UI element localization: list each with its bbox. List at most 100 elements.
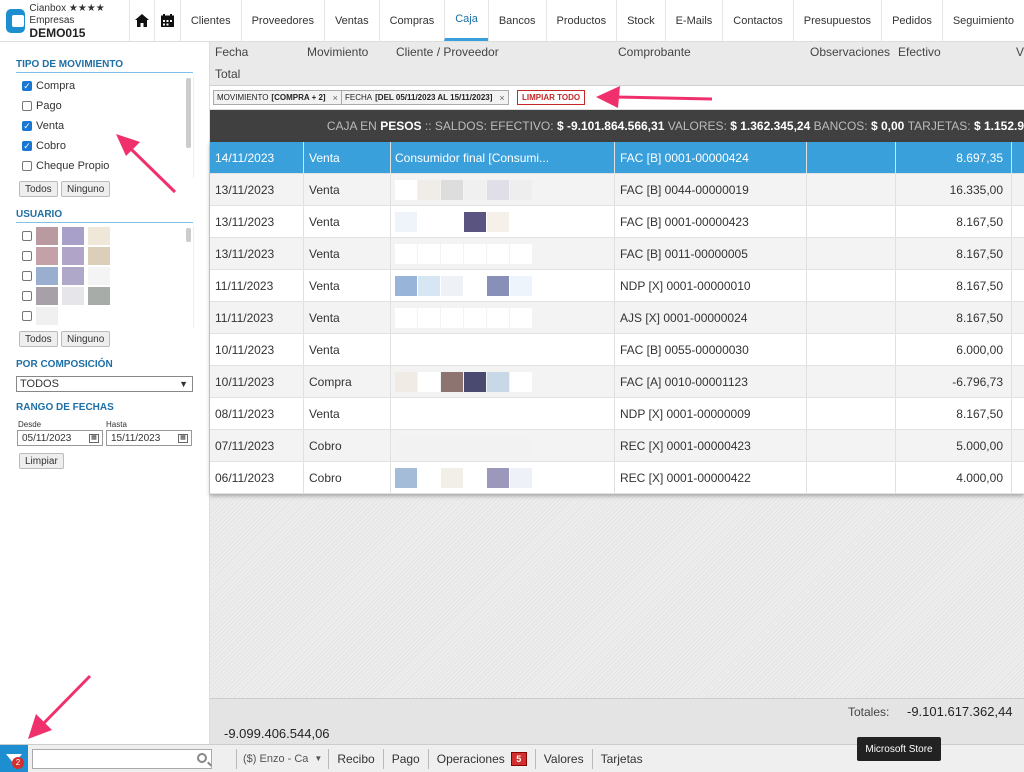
table-row[interactable]: 11/11/2023 Venta AJS [X] 0001-00000024 8.16… [210,302,1024,334]
tipo-item-venta[interactable]: ✓ Venta [16,116,193,136]
calendar-icon[interactable]: ▦ [89,433,99,443]
close-icon[interactable]: × [499,93,504,103]
checkbox-usuario[interactable] [22,251,32,261]
clear-all-filters-button[interactable]: LIMPIAR TODO [517,90,586,105]
usuario-scrollbar[interactable] [186,228,191,242]
nav-emails[interactable]: E-Mails [664,0,723,41]
checkbox-usuario[interactable] [22,311,32,321]
tipo-ninguno-button[interactable]: Ninguno [61,181,111,197]
filter-chip-movimiento[interactable]: MOVIMIENTO [COMPRA + 2] × [213,90,342,105]
tipo-todos-button[interactable]: Todos [19,181,58,197]
usuario-ninguno-button[interactable]: Ninguno [61,331,111,347]
checkbox-usuario[interactable] [22,231,32,241]
redacted-block [395,467,417,488]
cell-cliente [391,334,615,365]
close-icon[interactable]: × [333,93,338,103]
table-row[interactable]: 08/11/2023 Venta NDP [X] 0001-00000009 8.16… [210,398,1024,430]
table-row[interactable]: 10/11/2023 Venta FAC [B] 0055-00000030 6.00… [210,334,1024,366]
user-cash-select[interactable]: ($) Enzo - Ca ▼ [236,748,328,769]
table-row[interactable]: 13/11/2023 Venta FAC [B] 0001-00000423 8.16… [210,206,1024,238]
hasta-date-input[interactable]: 15/11/2023 ▦ [106,430,192,446]
tipo-item-compra[interactable]: ✓ Compra [16,76,193,96]
nav-bancos[interactable]: Bancos [487,0,546,41]
calendar-icon[interactable] [154,0,179,41]
cell-efectivo: -6.796,73 [896,366,1012,397]
tipo-item-pago[interactable]: Pago [16,96,193,116]
table-row[interactable]: 06/11/2023 Cobro REC [X] 0001-00000422 4.00… [210,462,1024,494]
checkbox-pago[interactable] [22,101,32,111]
nav-presupuestos[interactable]: Presupuestos [792,0,881,41]
recibo-button[interactable]: Recibo [328,748,382,769]
nav-caja[interactable]: Caja [444,0,488,41]
brand[interactable]: Cianbox ★★★★ Empresas DEMO015 [0,0,129,41]
pago-button[interactable]: Pago [382,748,428,769]
col-comprobante[interactable]: Comprobante [618,45,691,59]
table-row[interactable]: 13/11/2023 Venta FAC [B] 0044-00000019 16.3… [210,174,1024,206]
composicion-select[interactable]: TODOS ▼ [16,376,193,392]
col-cliente[interactable]: Cliente / Proveedor [396,45,499,59]
redacted-block [395,307,417,328]
col-efectivo[interactable]: Efectivo [898,45,941,59]
usuario-item[interactable] [16,306,193,326]
col-observaciones[interactable]: Observaciones [810,45,890,59]
col-movimiento[interactable]: Movimiento [307,45,368,59]
avatar [62,267,84,285]
nav-productos[interactable]: Productos [545,0,617,41]
cell-valores [1012,430,1024,461]
usuario-todos-button[interactable]: Todos [19,331,58,347]
cell-observaciones [807,174,896,205]
main-panel: Fecha Movimiento Cliente / Proveedor Com… [210,42,1024,744]
avatar [62,247,84,265]
usuario-item[interactable] [16,246,193,266]
tipo-item-cobro[interactable]: ✓ Cobro [16,136,193,156]
table-row[interactable]: 13/11/2023 Venta FAC [B] 0011-00000005 8.16… [210,238,1024,270]
desde-date-input[interactable]: 05/11/2023 ▦ [17,430,103,446]
cell-movimiento: Venta [304,174,391,205]
filter-toggle-button[interactable]: 2 [0,744,28,772]
checkbox-venta[interactable]: ✓ [22,121,32,131]
col-total[interactable]: Total [215,67,240,81]
cell-movimiento: Cobro [304,462,391,493]
nav-proveedores[interactable]: Proveedores [240,0,324,41]
avatar [62,287,84,305]
nav-clientes[interactable]: Clientes [179,0,241,41]
table-row[interactable]: 07/11/2023 Cobro REC [X] 0001-00000423 5.00… [210,430,1024,462]
tipo-scrollbar[interactable] [186,78,191,148]
table-row[interactable]: 10/11/2023 Compra FAC [A] 0010-00001123 -6.… [210,366,1024,398]
search-icon[interactable] [197,752,207,763]
tarjetas-button[interactable]: Tarjetas [591,748,651,769]
nav-pedidos[interactable]: Pedidos [881,0,942,41]
redacted-block [510,243,532,264]
limpiar-fechas-button[interactable]: Limpiar [19,453,64,469]
filter-chip-fecha[interactable]: FECHA [DEL 05/11/2023 AL 15/11/2023] × [341,90,509,105]
col-fecha[interactable]: Fecha [215,45,248,59]
checkbox-usuario[interactable] [22,291,32,301]
nav-stock[interactable]: Stock [616,0,665,41]
checkbox-cheque-propio[interactable] [22,161,32,171]
checkbox-cobro[interactable]: ✓ [22,141,32,151]
cell-cliente [391,206,615,237]
composicion-title: POR COMPOSICIÓN [16,359,113,370]
usuario-item[interactable] [16,226,193,246]
cell-fecha: 14/11/2023 [210,142,304,173]
usuario-item[interactable] [16,286,193,306]
tipo-item-cheque-propio[interactable]: Cheque Propio [16,156,193,176]
nav-contactos[interactable]: Contactos [722,0,793,41]
operaciones-button[interactable]: Operaciones 5 [427,748,535,769]
checkbox-compra[interactable]: ✓ [22,81,32,91]
brand-logo-icon [6,8,26,33]
valores-button[interactable]: Valores [534,748,592,769]
calendar-icon[interactable]: ▦ [178,433,188,443]
nav-compras[interactable]: Compras [378,0,445,41]
checkbox-usuario[interactable] [22,271,32,281]
search-input[interactable] [32,748,212,769]
col-valores[interactable]: V [1016,45,1024,59]
nav-seguimiento[interactable]: Seguimiento [941,0,1024,41]
cell-observaciones [807,462,896,493]
cell-efectivo: 6.000,00 [896,334,1012,365]
table-row[interactable]: 14/11/2023 Venta Consumidor final [Consumi… [210,142,1024,174]
nav-ventas[interactable]: Ventas [323,0,379,41]
home-icon[interactable] [128,0,154,41]
table-row[interactable]: 11/11/2023 Venta NDP [X] 0001-00000010 8.16… [210,270,1024,302]
usuario-item[interactable] [16,266,193,286]
